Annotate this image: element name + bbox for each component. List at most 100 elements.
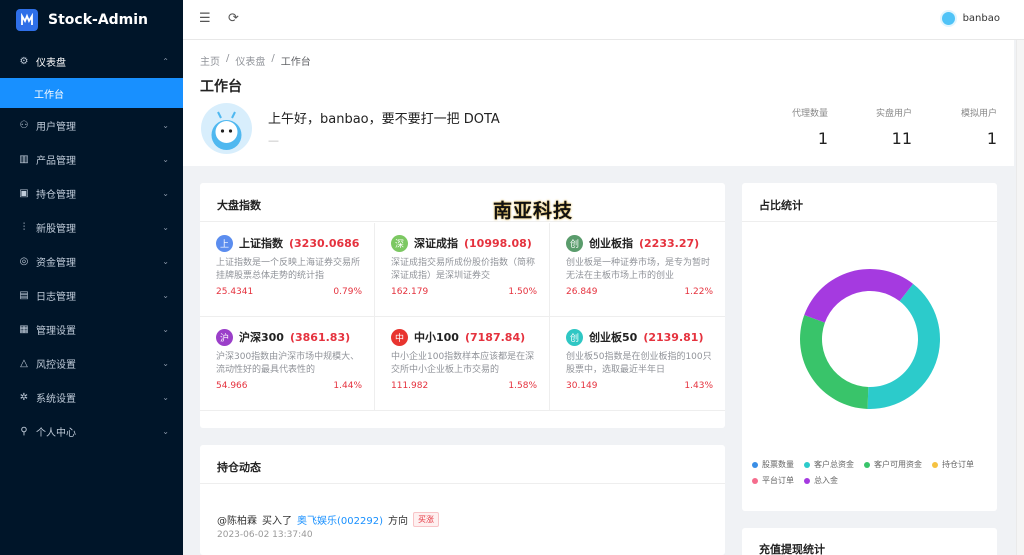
avatar (939, 10, 957, 27)
page-header: 主页 / 仪表盘 / 工作台 工作台 上午好，banbao，要不要打一把 DOT… (183, 40, 1014, 166)
greeting-text: 上午好，banbao，要不要打一把 DOTA (268, 112, 500, 127)
index-cell[interactable]: 创创业板指 (2233.27) 创业板是一种证券市场，是专为暂时无法在主板市场上市的… (550, 223, 725, 317)
sidebar-item-label: 新股管理 (36, 223, 76, 235)
index-cell[interactable]: 沪沪深300 (3861.83) 沪深300指数由沪深市场中规模大、流动性好的最具代… (200, 317, 375, 411)
logo-row[interactable]: Stock-Admin (0, 0, 183, 40)
page-title: 工作台 (200, 79, 242, 95)
sidebar-item[interactable]: ▣ 持仓管理 ⌄ (0, 176, 183, 210)
sidebar-item-label: 个人中心 (36, 427, 76, 439)
sidebar-item-label: 工作台 (34, 89, 64, 101)
sidebar: Stock-Admin ⚙ 仪表盘 ⌃ 工作台 ⚇ 用户管理 ⌄ ▥ 产品管理 ⌄ ▣ 持仓管理 ⌄ ⫶ 新… (0, 0, 183, 555)
stat-value: 11 (891, 129, 912, 148)
divider (200, 221, 725, 222)
sidebar-item[interactable]: ▤ 日志管理 ⌄ (0, 278, 183, 312)
user-avatar (201, 103, 252, 154)
legend-item[interactable]: 总入金 (804, 475, 838, 486)
index-change-row: 26.849 1.22% (566, 287, 713, 297)
chevron-down-icon: ⌄ (162, 256, 169, 266)
feed-user[interactable]: @陈柏霖 (217, 512, 257, 527)
sidebar-item[interactable]: ⚇ 用户管理 ⌄ (0, 108, 183, 142)
index-description: 深证成指交易所成份股价指数（简称深证成指）是深圳证券交 (391, 258, 536, 281)
feed-time: 2023-06-02 13:37:40 (217, 530, 313, 540)
ratio-card: 占比统计 股票数量 客户总资金 客户可用资金 持仓订单平台订单 总入金 (742, 183, 997, 511)
index-value: (3861.83) (289, 330, 351, 344)
index-badge: 上 (216, 234, 233, 252)
legend-label: 客户可用资金 (874, 460, 922, 469)
index-description: 中小企业100指数样本应该都是在深交所中小企业板上市交易的 (391, 352, 535, 375)
chevron-down-icon: ⌄ (162, 426, 169, 436)
card-title: 占比统计 (759, 199, 803, 212)
sidebar-item[interactable]: ⚲ 个人中心 ⌄ (0, 414, 183, 448)
legend-item[interactable]: 平台订单 (752, 475, 794, 486)
index-percent: 1.22% (684, 287, 713, 297)
index-badge: 深 (391, 234, 408, 252)
feed-stock-link[interactable]: 奥飞娱乐(002292) (297, 512, 383, 527)
index-change: 26.849 (566, 287, 598, 297)
legend-item[interactable]: 客户可用资金 (864, 459, 922, 470)
index-percent: 1.50% (508, 287, 537, 297)
index-value: (2139.81) (643, 330, 704, 344)
index-description: 创业板50指数是在创业板指的100只股票中，选取最近半年日 (566, 352, 712, 375)
sidebar-item[interactable]: 工作台 (0, 78, 183, 108)
sidebar-item-label: 产品管理 (36, 155, 76, 167)
sidebar-item[interactable]: ▥ 产品管理 ⌄ (0, 142, 183, 176)
index-change-row: 111.982 1.58% (391, 381, 537, 391)
watermark-logo: 南亚科技 (493, 200, 574, 222)
card-title: 大盘指数 (217, 199, 261, 212)
breadcrumb-home[interactable]: 主页 (200, 53, 220, 68)
breadcrumb: 主页 / 仪表盘 / 工作台 (200, 53, 311, 68)
divider (742, 221, 997, 222)
stat-label: 模拟用户 (960, 109, 997, 119)
index-description: 上证指数是一个反映上海证券交易所挂牌股票总体走势的统计指 (216, 258, 361, 281)
sidebar-item-label: 持仓管理 (36, 189, 76, 201)
page-scrollbar[interactable] (1016, 40, 1024, 555)
user-menu[interactable]: banbao (939, 10, 1000, 27)
legend-item[interactable]: 股票数量 (752, 459, 794, 470)
index-cell[interactable]: 中中小100 (7187.84) 中小企业100指数样本应该都是在深交所中小企业板上… (375, 317, 550, 411)
index-cell[interactable]: 上上证指数 (3230.0686 上证指数是一个反映上海证券交易所挂牌股票总体走势的… (200, 223, 375, 317)
index-description: 沪深300指数由沪深市场中规模大、流动性好的最具代表性的 (216, 352, 360, 375)
money-icon: ◎ (19, 255, 29, 267)
index-percent: 1.44% (333, 381, 362, 391)
feed-action: 买入了 (262, 516, 292, 527)
breadcrumb-dashboard[interactable]: 仪表盘 (235, 53, 265, 68)
sidebar-item-label: 资金管理 (36, 257, 76, 269)
refresh-icon[interactable]: ⟳ (228, 11, 239, 26)
index-change: 54.966 (216, 381, 248, 391)
holdings-feed-card: 持仓动态 @陈柏霖 买入了 奥飞娱乐(002292) 方向 买涨 2023-06… (200, 445, 725, 555)
index-header: 创创业板50 (2139.81) (566, 327, 713, 347)
app-title: Stock-Admin (48, 12, 149, 28)
recharge-card: 充值提现统计 (742, 528, 997, 555)
sidebar-item[interactable]: ✲ 系统设置 ⌄ (0, 380, 183, 414)
sidebar-item[interactable]: ◎ 资金管理 ⌄ (0, 244, 183, 278)
sidebar-item[interactable]: ⫶ 新股管理 ⌄ (0, 210, 183, 244)
index-name: 创业板50 (589, 331, 638, 344)
index-cell[interactable]: 创创业板50 (2139.81) 创业板50指数是在创业板指的100只股票中，选取最… (550, 317, 725, 411)
sidebar-item[interactable]: ⚙ 仪表盘 ⌃ (0, 44, 183, 78)
stat-live-users: 实盘用户 11 (876, 106, 912, 148)
index-grid: 上上证指数 (3230.0686 上证指数是一个反映上海证券交易所挂牌股票总体走势的… (200, 223, 725, 411)
donut-slice[interactable] (800, 315, 869, 409)
legend-label: 客户总资金 (814, 460, 854, 469)
sidebar-item[interactable]: △ 风控设置 ⌄ (0, 346, 183, 380)
index-header: 中中小100 (7187.84) (391, 327, 537, 347)
legend-dot (752, 461, 758, 468)
donut-slice[interactable] (804, 269, 914, 323)
index-name: 中小100 (414, 331, 459, 344)
breadcrumb-separator: / (271, 53, 275, 64)
chevron-down-icon: ⌄ (162, 324, 169, 334)
legend-item[interactable]: 持仓订单 (932, 459, 974, 470)
chevron-down-icon: ⌄ (162, 120, 169, 130)
ipo-icon: ⫶ (22, 221, 26, 233)
index-value: (7187.84) (464, 330, 526, 344)
index-percent: 1.43% (684, 381, 713, 391)
legend-label: 总入金 (814, 476, 838, 485)
index-cell[interactable]: 深深证成指 (10998.08) 深证成指交易所成份股价指数（简称深证成指）是深圳证… (375, 223, 550, 317)
top-header: ☰ ⟳ banbao (183, 0, 1024, 40)
market-index-card: 大盘指数 上上证指数 (3230.0686 上证指数是一个反映上海证券交易所挂牌股票… (200, 183, 725, 428)
donut-slice[interactable] (867, 283, 940, 409)
legend-item[interactable]: 客户总资金 (804, 459, 854, 470)
chevron-up-icon: ⌃ (162, 56, 169, 66)
sidebar-item[interactable]: ▦ 管理设置 ⌄ (0, 312, 183, 346)
menu-collapse-icon[interactable]: ☰ (199, 11, 211, 26)
